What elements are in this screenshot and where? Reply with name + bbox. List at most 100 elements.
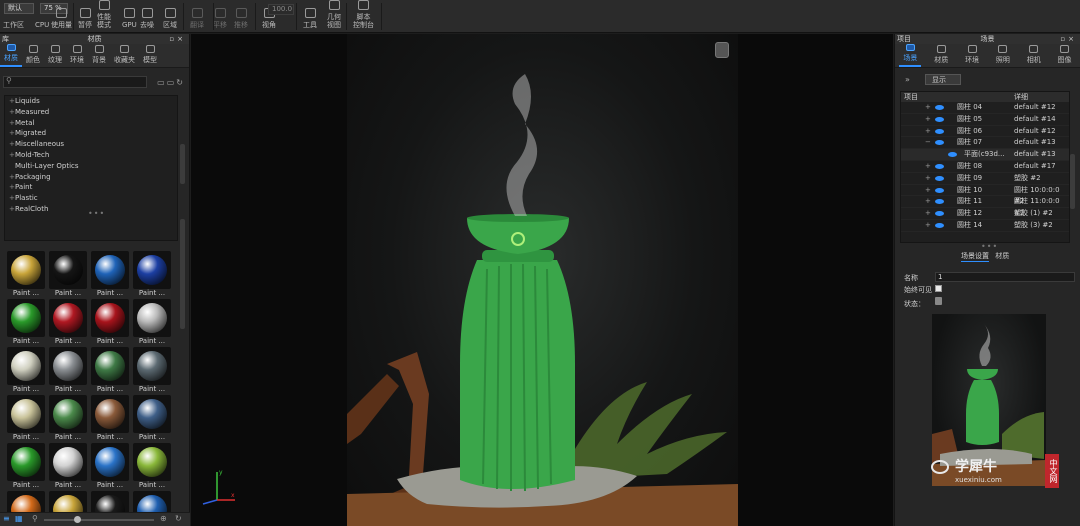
visibility-eye-icon[interactable]	[935, 187, 944, 193]
expand-toggle[interactable]: +	[925, 102, 931, 114]
expand-icon[interactable]: +	[9, 118, 15, 129]
expand-toggle[interactable]: −	[925, 137, 931, 149]
slider-knob[interactable]	[74, 516, 81, 523]
library-tab-4[interactable]: 背景	[88, 44, 110, 67]
column-item[interactable]: 项目	[904, 92, 918, 102]
material-swatch[interactable]: Paint ...	[133, 395, 171, 441]
expand-icon[interactable]: +	[9, 139, 15, 150]
category-item[interactable]: + Packaging	[5, 172, 177, 183]
material-swatch[interactable]: Paint ...	[91, 347, 129, 393]
scene-tree-row[interactable]: + 圆柱 14 塑胶 (3) #2	[901, 220, 1069, 232]
toolbar-button-5[interactable]: GPU	[122, 0, 137, 33]
material-swatch[interactable]: Paint ...	[133, 299, 171, 345]
material-swatch[interactable]: Paint ...	[133, 347, 171, 393]
visibility-eye-icon[interactable]	[948, 152, 957, 158]
toolbar-button-6[interactable]: 去噪	[140, 0, 154, 33]
scene-tree-row[interactable]: + 圆柱 04 default #12	[901, 102, 1069, 114]
expand-icon[interactable]: »	[905, 75, 910, 84]
scene-tab-3[interactable]: 照明	[992, 44, 1014, 67]
category-item[interactable]: + Metal	[5, 118, 177, 129]
category-item[interactable]: + Migrated	[5, 128, 177, 139]
zoom-out-icon[interactable]: ⚲	[32, 514, 38, 523]
toolbar-button-10[interactable]: 推移	[234, 0, 248, 33]
splitter-handle[interactable]: •••	[981, 242, 998, 251]
column-detail[interactable]: 详细	[1014, 92, 1028, 102]
toolbar-button-12[interactable]: 工具	[303, 0, 317, 33]
scene-tree-row[interactable]: + 圆柱 12 塑胶 (1) #2	[901, 208, 1069, 220]
fov-value[interactable]: 100.0	[268, 4, 294, 15]
expand-icon[interactable]: +	[9, 172, 15, 183]
scene-tree-row[interactable]: + 圆柱 09 塑胶 #2	[901, 173, 1069, 185]
toolbar-button-3[interactable]: 暂停	[78, 0, 92, 33]
library-tab-0[interactable]: 材质	[0, 44, 22, 67]
lock-icon[interactable]	[715, 42, 729, 58]
grid-view-icon[interactable]: ▦	[15, 514, 23, 523]
visibility-eye-icon[interactable]	[935, 222, 944, 228]
visibility-eye-icon[interactable]	[935, 105, 944, 110]
expand-icon[interactable]: +	[9, 96, 15, 107]
library-tab-5[interactable]: 收藏夹	[110, 44, 139, 67]
splitter-handle[interactable]: •••	[88, 209, 105, 218]
material-swatch[interactable]: Paint ...	[49, 299, 87, 345]
toolbar-button-13[interactable]: 几何 视图	[327, 0, 341, 33]
visibility-eye-icon[interactable]	[935, 140, 944, 146]
toolbar-button-2[interactable]: 使用量	[51, 0, 72, 33]
material-swatch[interactable]: Paint ...	[7, 299, 45, 345]
scene-tree-row[interactable]: + 圆柱 10 圆柱 10:0:0:0 #2	[901, 185, 1069, 205]
scene-tab-0[interactable]: 场景	[899, 44, 922, 67]
material-swatch[interactable]: Paint ...	[49, 395, 87, 441]
category-item[interactable]: + Miscellaneous	[5, 139, 177, 150]
visibility-eye-icon[interactable]	[935, 199, 944, 205]
tab-material[interactable]: 材质	[995, 252, 1009, 260]
material-scrollbar[interactable]	[180, 219, 185, 329]
render-viewport[interactable]: y x	[191, 34, 893, 526]
scene-tab-2[interactable]: 环境	[961, 44, 983, 67]
material-swatch[interactable]: Paint ...	[91, 299, 129, 345]
category-item[interactable]: + Mold-Tech	[5, 150, 177, 161]
toolbar-button-14[interactable]: 脚本 控制台	[353, 0, 374, 33]
library-tab-3[interactable]: 环境	[66, 44, 88, 67]
expand-toggle[interactable]: +	[925, 161, 931, 173]
material-swatch[interactable]: Paint ...	[91, 251, 129, 297]
category-item[interactable]: + Plastic	[5, 193, 177, 204]
scene-tab-5[interactable]: 图像	[1054, 44, 1076, 67]
lock-state-icon[interactable]	[935, 297, 942, 305]
material-swatch[interactable]: Paint ...	[7, 395, 45, 441]
category-scrollbar[interactable]	[180, 144, 185, 184]
scene-tree-row[interactable]: 平面(c93d... default #13	[901, 149, 1069, 161]
material-swatch[interactable]: Paint ...	[91, 443, 129, 489]
visibility-eye-icon[interactable]	[935, 211, 944, 217]
material-swatch[interactable]: Paint ...	[133, 443, 171, 489]
material-swatch[interactable]: Paint ...	[7, 347, 45, 393]
scene-tree-row[interactable]: − 圆柱 07 default #13	[901, 137, 1069, 150]
refresh-icon[interactable]: ↻	[175, 514, 182, 523]
show-button[interactable]: 显示	[925, 74, 961, 85]
expand-toggle[interactable]: +	[925, 126, 931, 138]
expand-icon[interactable]: +	[9, 204, 15, 215]
category-item[interactable]: + Measured	[5, 107, 177, 118]
scene-tree-row[interactable]: + 圆柱 08 default #17	[901, 161, 1069, 173]
library-tool-icons[interactable]: ▭▭↻	[157, 78, 185, 87]
expand-icon[interactable]: +	[9, 107, 15, 118]
toolbar-button-0[interactable]: 工作区	[3, 0, 24, 33]
material-swatch[interactable]: Paint ...	[7, 443, 45, 489]
library-tab-1[interactable]: 颜色	[22, 44, 44, 67]
expand-toggle[interactable]: +	[925, 173, 931, 185]
category-item[interactable]: Multi-Layer Optics	[5, 161, 177, 172]
toolbar-button-8[interactable]: 翻译	[190, 0, 204, 33]
tree-scrollbar[interactable]	[1070, 154, 1075, 209]
expand-icon[interactable]: +	[9, 128, 15, 139]
scene-tree-row[interactable]: + 圆柱 11 圆柱 11:0:0:0 #2	[901, 196, 1069, 217]
category-item[interactable]: + Paint	[5, 182, 177, 193]
expand-icon[interactable]: +	[9, 150, 15, 161]
category-item[interactable]: + Liquids	[5, 96, 177, 107]
material-swatch[interactable]: Paint ...	[49, 443, 87, 489]
always-visible-checkbox[interactable]	[935, 285, 942, 292]
toolbar-button-1[interactable]: CPU	[35, 0, 49, 33]
toolbar-button-4[interactable]: 性能 模式	[97, 0, 111, 33]
expand-icon[interactable]: +	[9, 182, 15, 193]
panel-window-controls-icon[interactable]: ▫×	[1060, 34, 1077, 44]
visibility-eye-icon[interactable]	[935, 163, 944, 169]
material-swatch[interactable]: Paint ...	[49, 251, 87, 297]
library-search-input[interactable]: ⚲	[3, 76, 147, 88]
